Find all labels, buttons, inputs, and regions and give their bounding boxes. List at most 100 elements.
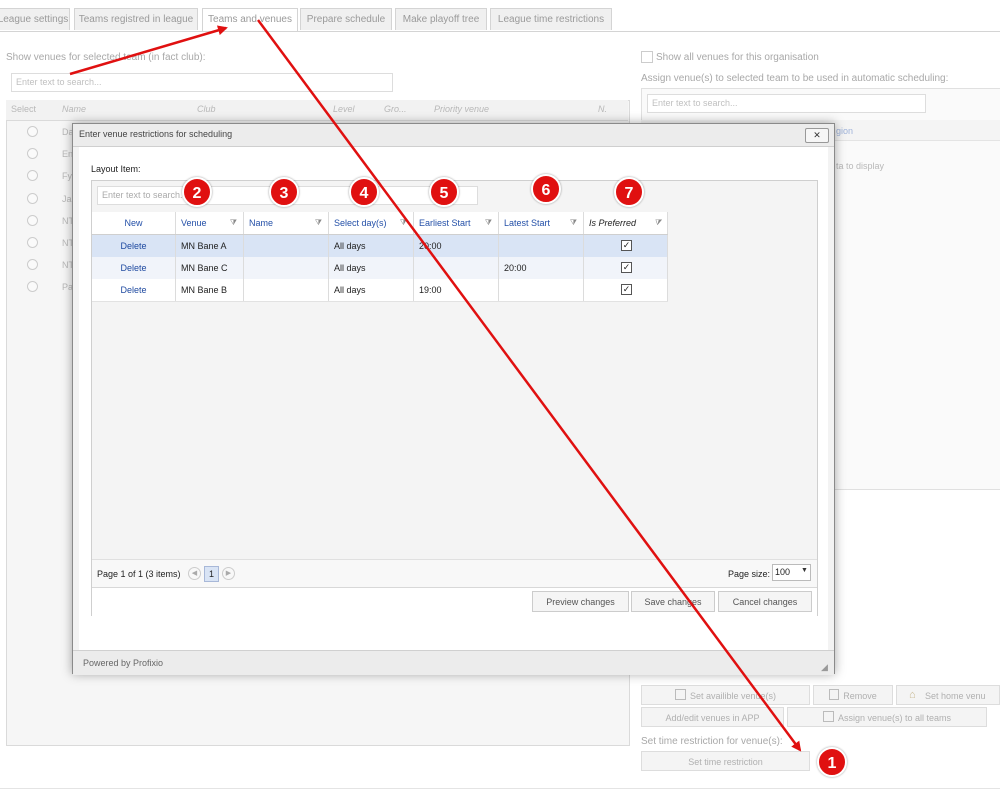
home-icon: ⌂ — [909, 689, 916, 701]
add-edit-venues-button[interactable]: Add/edit venues in APP — [641, 707, 784, 727]
table-row[interactable]: Delete MN Bane B All days 19:00 ✓ — [92, 279, 668, 302]
latest-cell[interactable] — [499, 279, 584, 301]
show-all-venues-label: Show all venues for this organisation — [656, 52, 819, 63]
row-radio[interactable] — [27, 170, 38, 181]
close-icon[interactable]: ✕ — [805, 128, 829, 143]
save-changes-button[interactable]: Save changes — [631, 591, 715, 612]
venue-cell[interactable]: MN Bane B — [176, 279, 244, 301]
assign-to-all-teams-button[interactable]: Assign venue(s) to all teams — [787, 707, 987, 727]
col-earliest-start[interactable]: Earliest Start ⧩ — [414, 212, 499, 234]
badge-6: 6 — [531, 174, 561, 204]
days-cell[interactable]: All days — [329, 235, 414, 257]
venues-for-team-label: Show venues for selected team (in fact c… — [6, 52, 206, 63]
row-radio[interactable] — [27, 259, 38, 270]
remove-button[interactable]: Remove — [813, 685, 893, 705]
venue-cell[interactable]: MN Bane C — [176, 257, 244, 279]
col-is-preferred[interactable]: Is Preferred ⧩ — [584, 212, 668, 234]
tab-teams-and-venues[interactable]: Teams and venues — [202, 8, 298, 32]
set-home-venue-button[interactable]: ⌂ Set home venu — [896, 685, 1000, 705]
venue-cell[interactable]: MN Bane A — [176, 235, 244, 257]
team-name: Fy — [62, 171, 72, 181]
preview-changes-button[interactable]: Preview changes — [532, 591, 629, 612]
delete-link[interactable]: Delete — [92, 279, 176, 301]
resize-grip-icon[interactable]: ◢ — [821, 662, 828, 673]
col-name-label: Name — [249, 218, 274, 228]
row-radio[interactable] — [27, 281, 38, 292]
badge-5: 5 — [429, 177, 459, 207]
name-cell[interactable] — [244, 279, 329, 301]
page-size-select[interactable]: 100 ▼ — [772, 564, 811, 581]
preferred-checkbox[interactable]: ✓ — [621, 240, 632, 251]
dialog-title: Enter venue restrictions for scheduling — [79, 129, 233, 139]
col-latest-start[interactable]: Latest Start ⧩ — [499, 212, 584, 234]
col-priority-venue[interactable]: Priority venue — [434, 104, 489, 114]
col-latest-label: Latest Start — [504, 218, 551, 228]
set-available-label: Set availible venue(s) — [689, 691, 777, 701]
tab-league-settings[interactable]: League settings — [0, 8, 70, 30]
col-club[interactable]: Club — [197, 104, 216, 114]
name-cell[interactable] — [244, 235, 329, 257]
days-cell[interactable]: All days — [329, 279, 414, 301]
filter-icon[interactable]: ⧩ — [570, 212, 577, 234]
filter-icon[interactable]: ⧩ — [230, 212, 237, 234]
cancel-changes-button[interactable]: Cancel changes — [718, 591, 812, 612]
preferred-checkbox[interactable]: ✓ — [621, 262, 632, 273]
tab-make-playoff-tree[interactable]: Make playoff tree — [395, 8, 487, 30]
col-n[interactable]: N. — [598, 104, 607, 114]
document-icon — [829, 689, 840, 700]
col-earliest-label: Earliest Start — [419, 218, 471, 228]
earliest-cell[interactable] — [414, 257, 499, 279]
tab-teams-registered[interactable]: Teams registred in league — [74, 8, 198, 30]
name-cell[interactable] — [244, 257, 329, 279]
dialog-body: Layout Item: Enter text to search... New… — [79, 147, 828, 651]
row-radio[interactable] — [27, 126, 38, 137]
tab-prepare-schedule[interactable]: Prepare schedule — [300, 8, 392, 30]
table-row[interactable]: Delete MN Bane C All days 20:00 ✓ — [92, 257, 668, 280]
preferred-cell[interactable]: ✓ — [584, 235, 668, 257]
filter-icon[interactable]: ⧩ — [315, 212, 322, 234]
col-name[interactable]: Name ⧩ — [244, 212, 329, 234]
table-row[interactable]: Delete MN Bane A All days 20:00 ✓ — [92, 235, 668, 258]
col-venue[interactable]: Venue ⧩ — [176, 212, 244, 234]
left-search-input[interactable]: Enter text to search... — [11, 73, 393, 92]
col-select-days[interactable]: Select day(s) ⧩ — [329, 212, 414, 234]
filter-icon[interactable]: ⧩ — [400, 212, 407, 234]
show-all-venues-checkbox[interactable] — [641, 51, 653, 63]
delete-link[interactable]: Delete — [92, 235, 176, 257]
delete-link[interactable]: Delete — [92, 257, 176, 279]
row-radio[interactable] — [27, 237, 38, 248]
tab-league-time-restrictions[interactable]: League time restrictions — [490, 8, 612, 30]
earliest-cell[interactable]: 20:00 — [414, 235, 499, 257]
dialog-header: Enter venue restrictions for scheduling … — [73, 124, 834, 147]
preferred-checkbox[interactable]: ✓ — [621, 284, 632, 295]
grid-actions: Preview changes Save changes Cancel chan… — [92, 587, 817, 616]
remove-label: Remove — [843, 691, 877, 701]
days-cell[interactable]: All days — [329, 257, 414, 279]
row-radio[interactable] — [27, 148, 38, 159]
next-page-icon[interactable]: ▶ — [222, 567, 235, 580]
latest-cell[interactable]: 20:00 — [499, 257, 584, 279]
preferred-cell[interactable]: ✓ — [584, 279, 668, 301]
preferred-cell[interactable]: ✓ — [584, 257, 668, 279]
row-radio[interactable] — [27, 193, 38, 204]
filter-icon[interactable]: ⧩ — [654, 212, 661, 234]
col-level[interactable]: Level — [333, 104, 355, 114]
latest-cell[interactable] — [499, 235, 584, 257]
col-group[interactable]: Gro... — [384, 104, 407, 114]
grid-header: New Venue ⧩ Name ⧩ Select day(s) ⧩ Earliest… — [92, 212, 668, 235]
filter-icon[interactable]: ⧩ — [485, 212, 492, 234]
set-time-restriction-button[interactable]: Set time restriction — [641, 751, 810, 771]
powered-by-text: Powered by Profixio — [83, 658, 164, 668]
badge-3: 3 — [269, 177, 299, 207]
region-column-header[interactable]: gion — [836, 126, 853, 136]
right-search-input[interactable]: Enter text to search... — [647, 94, 926, 113]
col-select: Select — [11, 104, 37, 114]
earliest-cell[interactable]: 19:00 — [414, 279, 499, 301]
page-number-button[interactable]: 1 — [204, 566, 219, 582]
row-radio[interactable] — [27, 215, 38, 226]
col-new[interactable]: New — [92, 212, 176, 234]
prev-page-icon[interactable]: ◀ — [188, 567, 201, 580]
venue-restrictions-dialog: Enter venue restrictions for scheduling … — [72, 123, 835, 675]
set-available-venues-button[interactable]: Set availible venue(s) — [641, 685, 810, 705]
col-name[interactable]: Name — [62, 104, 86, 114]
